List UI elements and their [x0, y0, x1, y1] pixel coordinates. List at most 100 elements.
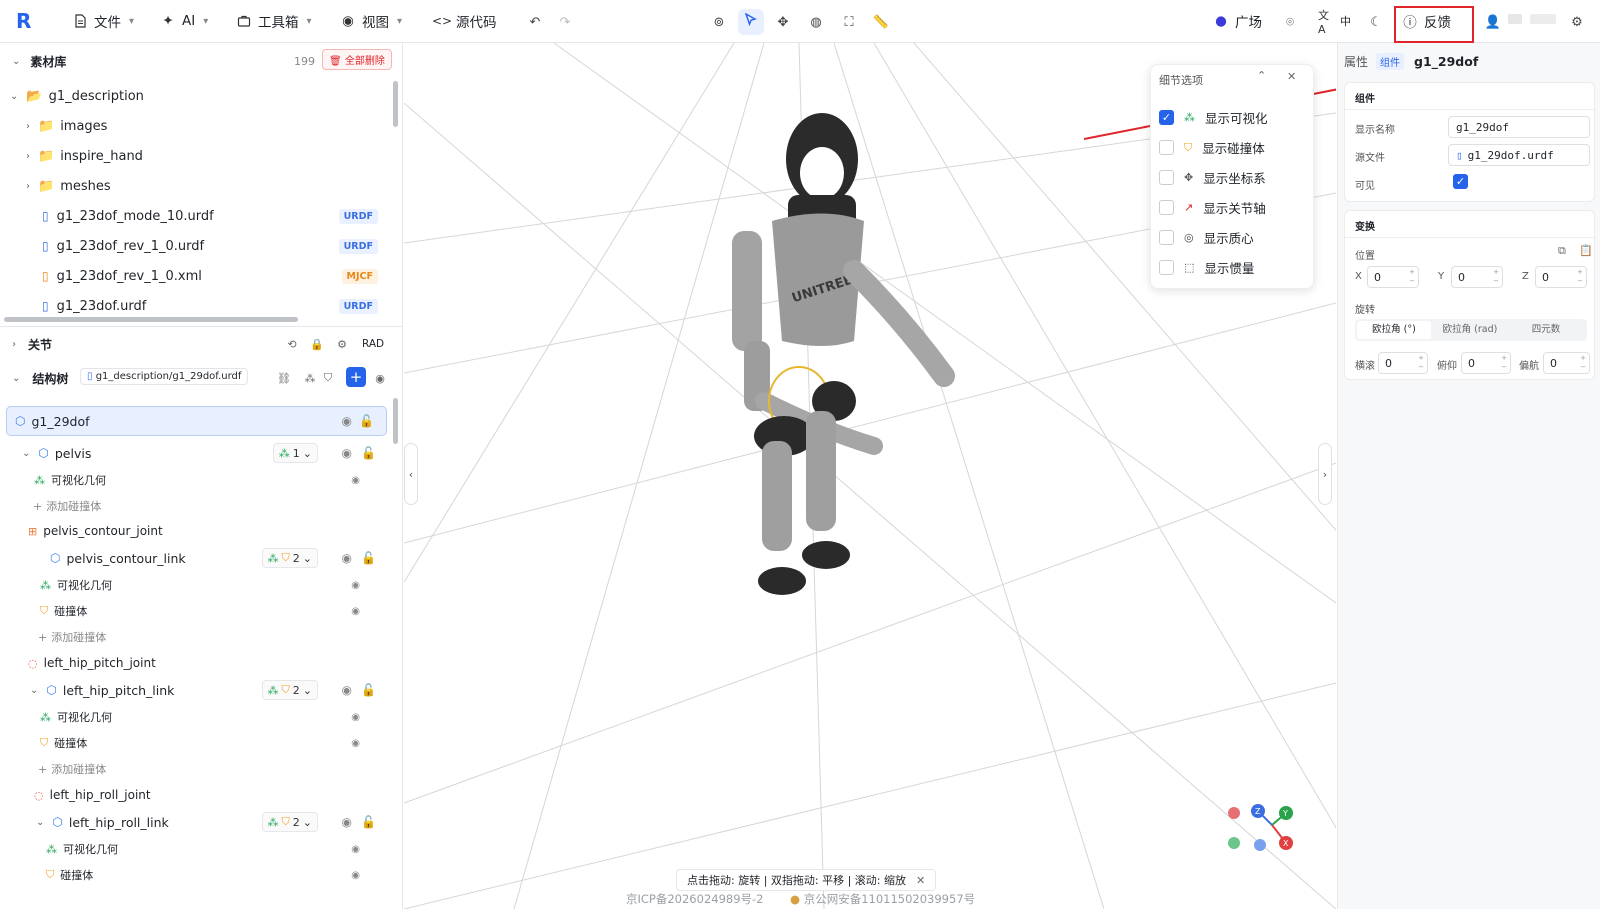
- tree-joint-left-hip-roll[interactable]: ◌ left_hip_roll_joint: [0, 782, 390, 808]
- close-button[interactable]: ✕: [1287, 70, 1296, 83]
- stepper-icon[interactable]: + −: [1409, 268, 1415, 286]
- child-count-pill[interactable]: ⁂ ⛉ 2 ⌄: [261, 548, 318, 568]
- eye-icon[interactable]: ◉: [351, 738, 360, 749]
- tree-joint-left-hip-pitch[interactable]: ◌ left_hip_pitch_joint: [0, 650, 390, 676]
- menu-view[interactable]: ◉ 视图 ▾: [340, 9, 402, 33]
- redo-button[interactable]: ↷: [552, 9, 578, 35]
- yaw-input[interactable]: 0 + −: [1543, 352, 1590, 374]
- child-count-pill[interactable]: ⁂ ⛉ 2 ⌄: [261, 680, 318, 700]
- checkbox[interactable]: [1159, 200, 1174, 215]
- move-tool-button[interactable]: ✥: [770, 9, 796, 35]
- child-count-pill[interactable]: ⁂ ⛉ 2 ⌄: [261, 812, 318, 832]
- visibility-toggle-button[interactable]: ◉: [370, 368, 390, 388]
- tab-quaternion[interactable]: 四元数: [1509, 321, 1583, 339]
- position-z-input[interactable]: 0 + −: [1535, 266, 1587, 288]
- select-tool-button[interactable]: [738, 9, 764, 35]
- menu-ai[interactable]: ✦ AI ▾: [160, 9, 208, 33]
- pitch-input[interactable]: 0 + −: [1461, 352, 1511, 374]
- option-show-inertia[interactable]: ⬚ 显示惯量: [1159, 258, 1254, 277]
- file-item[interactable]: ▯ g1_23dof_rev_1_0.xml MJCF: [42, 266, 392, 286]
- settings-button[interactable]: ⚙: [1564, 9, 1590, 35]
- icp-license[interactable]: 京ICP备2026024989号-2: [626, 891, 764, 907]
- tree-scrollbar[interactable]: [393, 398, 398, 444]
- structure-file-chip[interactable]: ▯ g1_description/g1_29dof.urdf: [80, 368, 249, 385]
- unlock-icon[interactable]: 🔓: [361, 446, 376, 460]
- eye-icon[interactable]: ◉: [351, 844, 360, 855]
- axis-neg-z-handle[interactable]: [1254, 839, 1266, 851]
- unlock-icon[interactable]: 🔓: [359, 414, 374, 428]
- folder-meshes[interactable]: › 📁 meshes: [26, 176, 111, 196]
- stepper-icon[interactable]: + −: [1501, 354, 1507, 372]
- unlock-icon[interactable]: 🔓: [361, 683, 376, 697]
- eye-icon[interactable]: ◉: [342, 551, 352, 565]
- tree-visual[interactable]: ⁂ 可视化几何 ◉: [0, 704, 390, 730]
- delete-all-button[interactable]: 🗑 全部删除: [322, 49, 392, 70]
- collapse-left-panel-button[interactable]: ‹: [404, 443, 418, 505]
- hierarchy-button[interactable]: ⛓: [274, 368, 294, 388]
- undo-button[interactable]: ↶: [522, 9, 548, 35]
- file-item[interactable]: ▯ g1_23dof_rev_1_0.urdf URDF: [42, 236, 392, 256]
- menu-file[interactable]: 文件 ▾: [72, 9, 134, 33]
- paste-position-button[interactable]: 📋: [1579, 244, 1593, 257]
- eye-icon[interactable]: ◉: [351, 580, 360, 591]
- tree-collision[interactable]: ⛉ 碰撞体 ◉: [0, 598, 390, 624]
- collision-filter-button[interactable]: ⛉: [318, 368, 338, 388]
- measure-button[interactable]: 📏: [868, 9, 894, 35]
- position-y-input[interactable]: 0 + −: [1451, 266, 1503, 288]
- position-x-input[interactable]: 0 + −: [1367, 266, 1419, 288]
- robot-model[interactable]: UNITREE: [704, 111, 964, 611]
- add-node-button[interactable]: +: [346, 367, 366, 387]
- source-file-field[interactable]: ▯ g1_29dof.urdf: [1448, 144, 1590, 166]
- tree-root-g1-29dof[interactable]: ⬡ g1_29dof ◉ 🔓: [6, 406, 387, 436]
- palette-button[interactable]: ◍: [803, 9, 829, 35]
- eye-icon[interactable]: ◉: [351, 712, 360, 723]
- tree-collision[interactable]: ⛉ 碰撞体 ◉: [0, 862, 390, 888]
- reset-joints-button[interactable]: ⟲: [282, 334, 302, 354]
- stepper-icon[interactable]: + −: [1580, 354, 1586, 372]
- collapse-right-panel-button[interactable]: ›: [1318, 443, 1332, 505]
- menu-toolbox[interactable]: 工具箱 ▾: [236, 9, 312, 33]
- tree-link-left-hip-roll[interactable]: ⌄ ⬡ left_hip_roll_link ⁂ ⛉ 2 ⌄ ◉ 🔓: [0, 809, 390, 835]
- visual-filter-button[interactable]: ⁂: [300, 368, 320, 388]
- folder-images[interactable]: › 📁 images: [26, 116, 107, 136]
- library-scrollbar[interactable]: [393, 81, 398, 127]
- library-header[interactable]: ⌄ 素材库 199 🗑 全部删除: [12, 49, 392, 71]
- tab-euler-rad[interactable]: 欧拉角 (rad): [1433, 321, 1507, 339]
- tree-link-pelvis-contour[interactable]: ⬡ pelvis_contour_link ⁂ ⛉ 2 ⌄ ◉ 🔓: [0, 545, 390, 571]
- tree-add-collision[interactable]: + 添加碰撞体: [0, 493, 390, 519]
- eye-icon[interactable]: ◉: [342, 414, 352, 428]
- copy-position-button[interactable]: ⧉: [1558, 244, 1566, 258]
- language-switch[interactable]: 文A 中: [1318, 9, 1351, 36]
- eye-icon[interactable]: ◉: [351, 475, 360, 486]
- eye-icon[interactable]: ◉: [351, 870, 360, 881]
- tree-add-collision[interactable]: + 添加碰撞体: [0, 624, 390, 650]
- stepper-icon[interactable]: + −: [1493, 268, 1499, 286]
- eye-icon[interactable]: ◉: [342, 446, 352, 460]
- option-show-frames[interactable]: ✥ 显示坐标系: [1159, 168, 1266, 187]
- stepper-icon[interactable]: + −: [1577, 268, 1583, 286]
- police-license[interactable]: ● 京公网安备11011502039957号: [790, 891, 975, 907]
- tab-euler-deg[interactable]: 欧拉角 (°): [1357, 321, 1431, 339]
- close-icon[interactable]: ✕: [916, 874, 925, 887]
- tree-visual[interactable]: ⁂ 可视化几何 ◉: [0, 467, 390, 493]
- axis-neg-y-handle[interactable]: [1228, 837, 1240, 849]
- unlock-icon[interactable]: 🔓: [361, 815, 376, 829]
- lock-joints-button[interactable]: 🔒: [307, 334, 327, 354]
- visible-checkbox[interactable]: ✓: [1453, 174, 1468, 189]
- angle-unit-toggle[interactable]: RAD: [362, 338, 384, 350]
- folder-g1-description[interactable]: ⌄ 📂 g1_description: [10, 86, 144, 106]
- tree-joint-pelvis-contour[interactable]: ⊞ pelvis_contour_joint: [0, 518, 390, 544]
- eye-icon[interactable]: ◉: [342, 815, 352, 829]
- eye-icon[interactable]: ◉: [342, 683, 352, 697]
- file-item[interactable]: ▯ g1_23dof.urdf URDF: [42, 296, 392, 316]
- screenshot-button[interactable]: ⌾: [1277, 9, 1303, 35]
- tree-visual[interactable]: ⁂ 可视化几何 ◉: [0, 836, 390, 862]
- option-show-com[interactable]: ◎ 显示质心: [1159, 228, 1254, 247]
- tree-collision[interactable]: ⛉ 碰撞体 ◉: [0, 730, 390, 756]
- checkbox-checked[interactable]: ✓: [1159, 110, 1174, 125]
- horizontal-scrollbar[interactable]: [4, 317, 298, 322]
- checkbox[interactable]: [1159, 140, 1174, 155]
- tree-link-pelvis[interactable]: ⌄ ⬡ pelvis ⁂ 1 ⌄ ◉ 🔓: [0, 440, 390, 466]
- collapse-button[interactable]: ⌃: [1257, 69, 1266, 82]
- fullscreen-button[interactable]: ⛶: [836, 9, 862, 35]
